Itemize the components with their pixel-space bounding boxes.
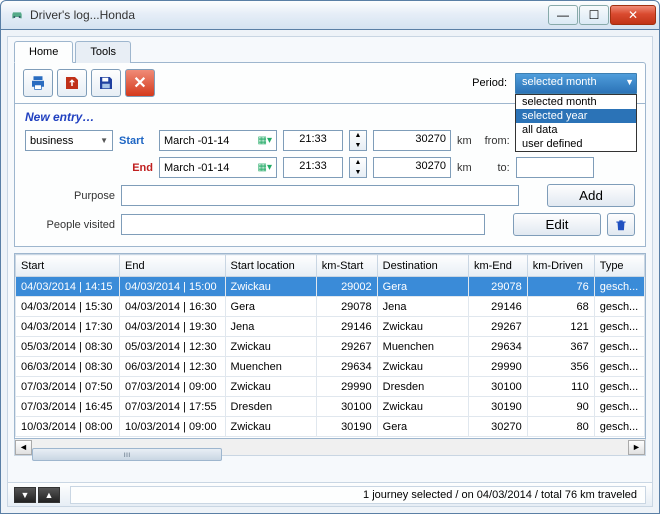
window-title: Driver's log...Honda xyxy=(30,8,548,22)
purpose-label: Purpose xyxy=(25,190,115,202)
journeys-grid[interactable]: StartEndStart locationkm-StartDestinatio… xyxy=(14,253,646,439)
edit-button[interactable]: Edit xyxy=(513,213,601,236)
status-text: 1 journey selected / on 04/03/2014 / tot… xyxy=(70,486,646,504)
save-button[interactable] xyxy=(91,69,121,97)
end-time-stepper[interactable]: ▲▼ xyxy=(349,157,367,178)
close-button[interactable]: ✕ xyxy=(610,5,656,25)
km-unit: km xyxy=(457,162,472,174)
minimize-button[interactable]: — xyxy=(548,5,578,25)
end-km-input[interactable]: 30270 xyxy=(373,157,451,178)
add-button[interactable]: Add xyxy=(547,184,635,207)
end-date-input[interactable]: March -01-14▦▾ xyxy=(159,157,277,178)
app-icon xyxy=(9,7,25,23)
to-input[interactable] xyxy=(516,157,594,178)
table-row[interactable]: 07/03/2014 | 16:4507/03/2014 | 17:55Dres… xyxy=(16,397,645,417)
maximize-button[interactable]: ☐ xyxy=(579,5,609,25)
chevron-down-icon: ▼ xyxy=(100,136,108,145)
start-date-input[interactable]: March -01-14▦▾ xyxy=(159,130,277,151)
period-selected[interactable]: selected month xyxy=(515,73,637,94)
column-header[interactable]: km-End xyxy=(468,255,527,277)
column-header[interactable]: Start location xyxy=(225,255,316,277)
calendar-icon: ▦▾ xyxy=(258,135,272,146)
horizontal-scrollbar[interactable]: ◄ ııı ► xyxy=(14,439,646,456)
from-label: from: xyxy=(478,135,510,147)
statusbar: ▼ ▲ 1 journey selected / on 04/03/2014 /… xyxy=(8,482,652,506)
scroll-right-icon[interactable]: ► xyxy=(628,440,645,455)
table-row[interactable]: 04/03/2014 | 14:1504/03/2014 | 15:00Zwic… xyxy=(16,277,645,297)
chevron-down-icon: ▼ xyxy=(625,77,634,87)
scroll-thumb[interactable]: ııı xyxy=(32,448,222,461)
period-label: Period: xyxy=(472,77,507,89)
km-unit: km xyxy=(457,135,472,147)
column-header[interactable]: km-Start xyxy=(316,255,377,277)
start-km-input[interactable]: 30270 xyxy=(373,130,451,151)
trash-button[interactable] xyxy=(607,213,635,236)
titlebar[interactable]: Driver's log...Honda — ☐ ✕ xyxy=(0,0,660,30)
period-option[interactable]: selected year xyxy=(516,109,636,123)
column-header[interactable]: Destination xyxy=(377,255,468,277)
start-time-input[interactable]: 21:33 xyxy=(283,130,343,151)
period-option[interactable]: all data xyxy=(516,123,636,137)
end-label: End xyxy=(119,162,153,174)
table-row[interactable]: 10/03/2014 | 08:0010/03/2014 | 09:00Zwic… xyxy=(16,417,645,437)
people-label: People visited xyxy=(25,219,115,231)
nav-prev-button[interactable]: ▼ xyxy=(14,487,36,503)
table-row[interactable]: 05/03/2014 | 08:3005/03/2014 | 12:30Zwic… xyxy=(16,337,645,357)
toolbar: ✕ Period: selected month ▼ selected mont… xyxy=(14,62,646,104)
purpose-input[interactable] xyxy=(121,185,519,206)
table-row[interactable]: 07/03/2014 | 07:5007/03/2014 | 09:00Zwic… xyxy=(16,377,645,397)
calendar-icon: ▦▾ xyxy=(258,162,272,173)
tab-home[interactable]: Home xyxy=(14,41,73,63)
period-dropdown[interactable]: selected month ▼ selected monthselected … xyxy=(515,73,637,94)
tab-tools[interactable]: Tools xyxy=(75,41,131,63)
nav-next-button[interactable]: ▲ xyxy=(38,487,60,503)
period-option[interactable]: user defined xyxy=(516,137,636,151)
entry-type-select[interactable]: business▼ xyxy=(25,130,113,151)
table-row[interactable]: 04/03/2014 | 17:3004/03/2014 | 19:30Jena… xyxy=(16,317,645,337)
table-row[interactable]: 04/03/2014 | 15:3004/03/2014 | 16:30Gera… xyxy=(16,297,645,317)
period-option[interactable]: selected month xyxy=(516,95,636,109)
scroll-left-icon[interactable]: ◄ xyxy=(15,440,32,455)
start-label: Start xyxy=(119,135,153,147)
export-button[interactable] xyxy=(57,69,87,97)
people-input[interactable] xyxy=(121,214,485,235)
table-row[interactable]: 06/03/2014 | 08:3006/03/2014 | 12:30Muen… xyxy=(16,357,645,377)
to-label: to: xyxy=(478,162,510,174)
column-header[interactable]: km-Driven xyxy=(527,255,594,277)
end-time-input[interactable]: 21:33 xyxy=(283,157,343,178)
column-header[interactable]: Type xyxy=(594,255,644,277)
delete-button[interactable]: ✕ xyxy=(125,69,155,97)
print-button[interactable] xyxy=(23,69,53,97)
column-header[interactable]: End xyxy=(120,255,225,277)
column-header[interactable]: Start xyxy=(16,255,120,277)
start-time-stepper[interactable]: ▲▼ xyxy=(349,130,367,151)
